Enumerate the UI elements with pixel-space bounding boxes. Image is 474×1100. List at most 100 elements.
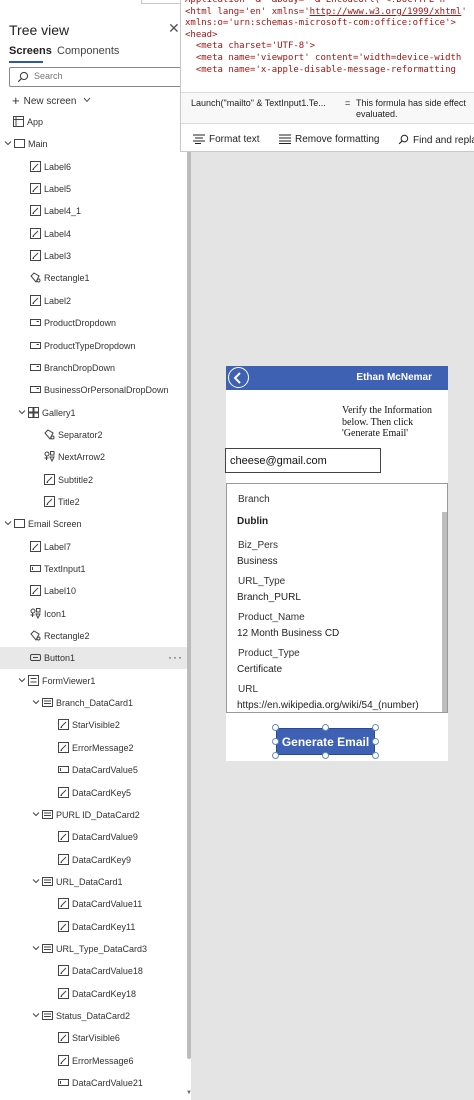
selection-handle[interactable]	[322, 752, 329, 759]
tree-item-label6[interactable]: Label6	[0, 156, 191, 178]
selection-handle[interactable]	[272, 752, 279, 759]
tree-item-datacardkey11[interactable]: DataCardKey11	[0, 916, 191, 938]
form-field-key: URL	[238, 684, 259, 695]
formula-code-editor[interactable]: Application" & "&body=" & EncodeUrl("<!D…	[185, 0, 474, 76]
datacard-icon	[42, 809, 53, 819]
email-text-input[interactable]	[225, 448, 381, 473]
tree-item-datacardvalue5[interactable]: DataCardValue5	[0, 759, 191, 781]
tree-item-label7[interactable]: Label7	[0, 536, 191, 558]
tree-item-label: ProductTypeDropdown	[44, 340, 136, 351]
tree-item-datacardkey18[interactable]: DataCardKey18	[0, 983, 191, 1005]
tree-item-businessorpersonaldropdown[interactable]: BusinessOrPersonalDropDown	[0, 379, 191, 401]
label-icon	[30, 205, 41, 217]
tree-item-branch-datacard1[interactable]: Branch_DataCard1	[0, 692, 191, 714]
tree-item-gallery1[interactable]: Gallery1	[0, 402, 191, 424]
code-link[interactable]: http://www.w3.org/1999/xhtml	[310, 7, 462, 17]
selection-handle[interactable]	[272, 724, 279, 731]
tree-item-productdropdown[interactable]: ProductDropdown	[0, 312, 191, 334]
generate-email-button[interactable]: Generate Email	[276, 728, 375, 755]
tree-item-label3[interactable]: Label3	[0, 245, 191, 267]
tree-item-label: Label3	[44, 251, 72, 262]
chevron-down-icon[interactable]	[32, 944, 40, 952]
tree-item-datacardvalue21[interactable]: DataCardValue21	[0, 1072, 191, 1094]
find-replace-button[interactable]: Find and repla	[398, 134, 474, 146]
selection-handle[interactable]	[372, 738, 379, 745]
tab-components[interactable]: Components	[57, 45, 119, 57]
tree-item-rectangle1[interactable]: Rectangle1	[0, 267, 191, 289]
tree-item-button1[interactable]: Button1 ···	[0, 647, 191, 670]
selection-handle[interactable]	[372, 752, 379, 759]
form-scrollbar[interactable]	[442, 512, 447, 712]
tree-item-title2[interactable]: Title2	[0, 491, 191, 513]
tree-item-label: Icon1	[44, 608, 67, 619]
tree-item-datacardvalue11[interactable]: DataCardValue11	[0, 893, 191, 915]
tab-screens[interactable]: Screens	[9, 45, 52, 57]
tree-item-datacardkey5[interactable]: DataCardKey5	[0, 782, 191, 804]
remove-formatting-label: Remove formatting	[295, 134, 380, 145]
tree-item-datacardkey9[interactable]: DataCardKey9	[0, 849, 191, 871]
selection-handle[interactable]	[322, 724, 329, 731]
tree-item-icon1[interactable]: Icon1	[0, 603, 191, 625]
chevron-down-icon[interactable]	[18, 676, 26, 684]
form-field-value: https://en.wikipedia.org/wiki/54_(number…	[237, 700, 419, 711]
format-text-icon	[193, 134, 205, 144]
back-arrow-icon[interactable]	[228, 367, 249, 388]
tree-item-rectangle2[interactable]: Rectangle2	[0, 625, 191, 647]
code-text: Application" & "&body=" & EncodeUrl("<!D…	[185, 0, 446, 5]
tree-item-datacardvalue9[interactable]: DataCardValue9	[0, 826, 191, 848]
tree-item-purl-id-datacard2[interactable]: PURL ID_DataCard2	[0, 804, 191, 826]
chevron-down-icon[interactable]	[32, 877, 40, 885]
close-icon[interactable]: ✕	[168, 20, 180, 37]
tree-item-starvisible6[interactable]: StarVisible6	[0, 1027, 191, 1049]
tree-item-separator2[interactable]: Separator2	[0, 424, 191, 446]
tree-item-producttypedropdown[interactable]: ProductTypeDropdown	[0, 335, 191, 357]
tree-item-url-datacard1[interactable]: URL_DataCard1	[0, 871, 191, 893]
scroll-down-arrow-icon[interactable]: ▼	[186, 1090, 191, 1096]
tree-item-label: Main	[28, 139, 48, 150]
tree-item-label10[interactable]: Label10	[0, 580, 191, 602]
chevron-down-icon[interactable]	[18, 408, 26, 416]
chevron-down-icon[interactable]	[32, 810, 40, 818]
chevron-down-icon[interactable]	[4, 519, 12, 527]
tree-item-status-datacard2[interactable]: Status_DataCard2	[0, 1005, 191, 1027]
tree-item-url-type-datacard3[interactable]: URL_Type_DataCard3	[0, 938, 191, 960]
form-field-value: Branch_PURL	[237, 592, 301, 603]
tree-item-label2[interactable]: Label2	[0, 290, 191, 312]
tree-item-label4[interactable]: Label4	[0, 223, 191, 245]
tree-item-subtitle2[interactable]: Subtitle2	[0, 469, 191, 491]
tree-item-errormessage6[interactable]: ErrorMessage6	[0, 1050, 191, 1072]
tree-item-errormessage2[interactable]: ErrorMessage2	[0, 737, 191, 759]
tree-item-app[interactable]: App	[0, 111, 191, 133]
datacard-icon	[42, 1011, 53, 1020]
more-options-icon[interactable]: ···	[168, 650, 183, 664]
verify-instructions-label: Verify the Information below. Then click…	[342, 405, 432, 439]
chevron-down-icon[interactable]	[32, 1011, 40, 1019]
tree-item-label: Subtitle2	[58, 474, 94, 485]
label-icon	[30, 540, 41, 552]
tree-item-label5[interactable]: Label5	[0, 178, 191, 200]
textinput-icon	[58, 766, 69, 774]
format-text-button[interactable]: Format text	[193, 134, 260, 145]
code-line: <meta name='x-apple-disable-message-refo…	[185, 65, 474, 77]
remove-formatting-button[interactable]: Remove formatting	[279, 134, 379, 145]
tree-view-panel: Tree view ✕ Screens Components +New scre…	[0, 0, 191, 1100]
tree-item-label: Label7	[44, 541, 72, 552]
tree-search-box[interactable]	[9, 67, 191, 87]
tree-item-main[interactable]: Main	[0, 133, 191, 155]
tree-item-nextarrow2[interactable]: NextArrow2	[0, 446, 191, 468]
new-screen-button[interactable]: + New screen	[12, 93, 91, 108]
tree-item-formviewer1[interactable]: FormViewer1	[0, 670, 191, 692]
tree-item-textinput1[interactable]: TextInput1	[0, 558, 191, 580]
tree-scrollbar[interactable]	[187, 147, 191, 1059]
selection-handle[interactable]	[272, 738, 279, 745]
chevron-down-icon[interactable]	[4, 139, 12, 147]
tree-item-email-screen[interactable]: Email Screen	[0, 513, 191, 535]
remove-formatting-icon	[279, 134, 291, 144]
tree-search-input[interactable]	[34, 71, 184, 81]
selection-handle[interactable]	[372, 724, 379, 731]
tree-item-datacardvalue18[interactable]: DataCardValue18	[0, 960, 191, 982]
tree-item-label4-1[interactable]: Label4_1	[0, 200, 191, 222]
tree-item-starvisible2[interactable]: StarVisible2	[0, 714, 191, 736]
chevron-down-icon[interactable]	[32, 698, 40, 706]
tree-item-branchdropdown[interactable]: BranchDropDown	[0, 357, 191, 379]
